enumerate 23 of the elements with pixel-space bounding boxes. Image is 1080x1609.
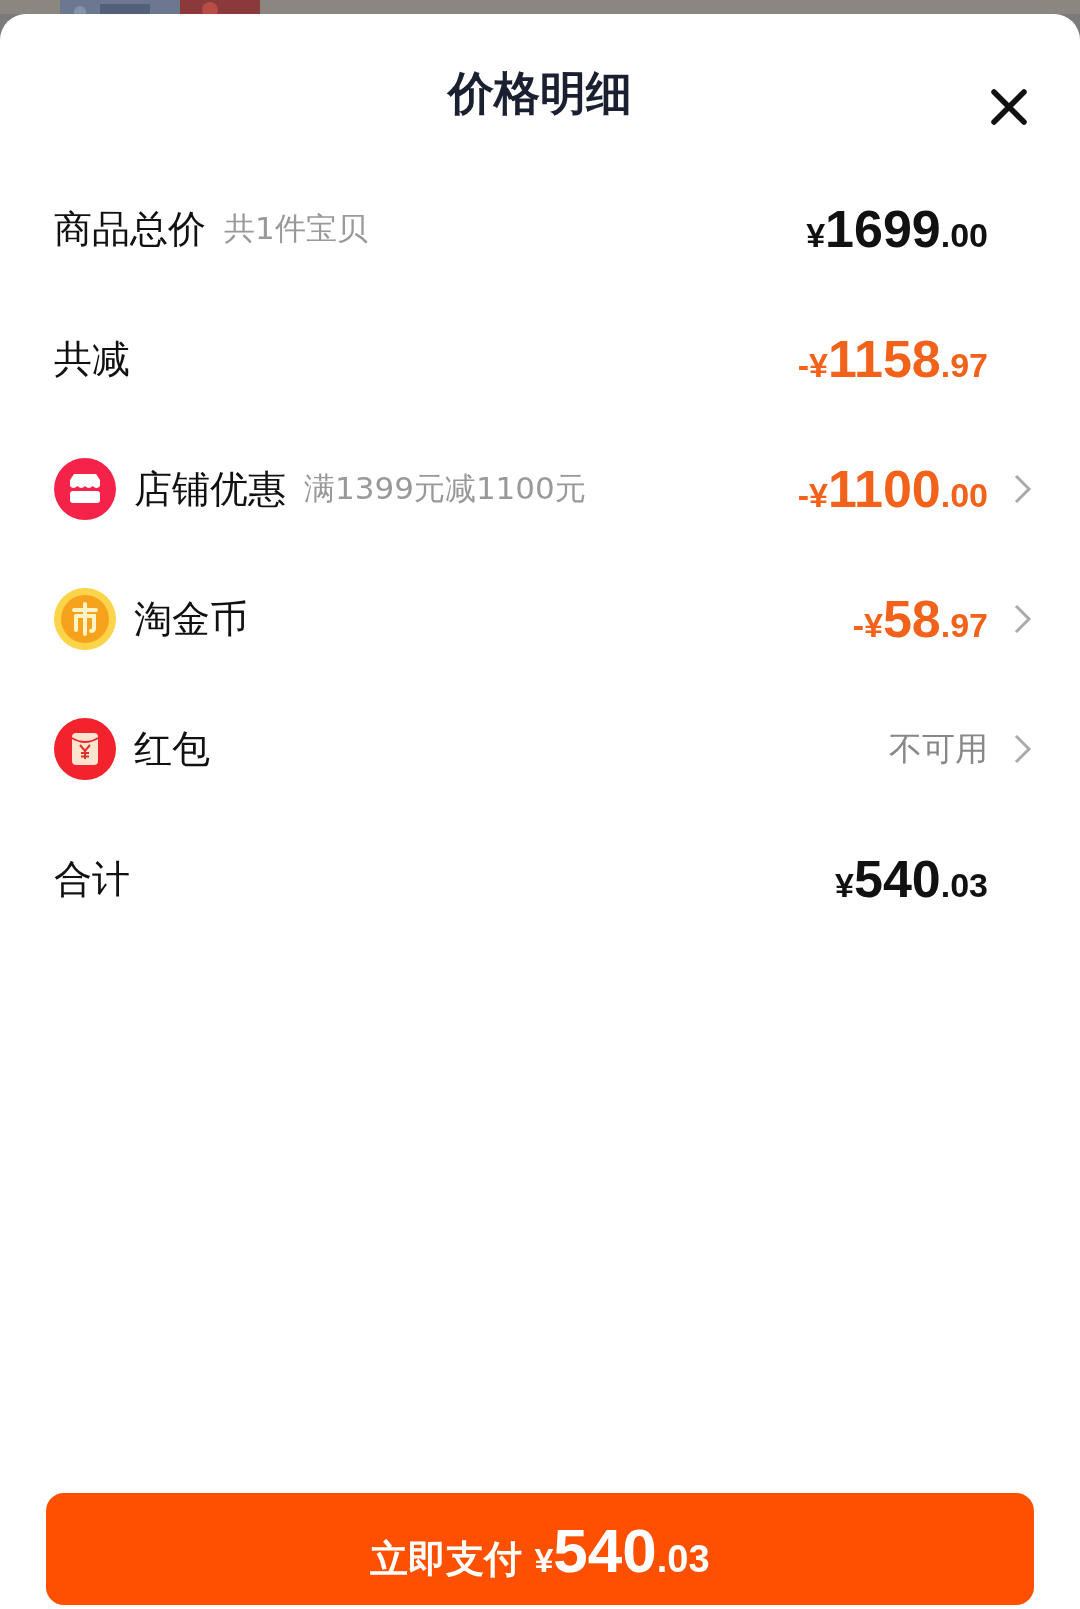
close-icon[interactable] <box>988 86 1030 128</box>
shop-icon <box>54 458 116 520</box>
pay-now-button[interactable]: 立即支付 ¥540.03 <box>46 1493 1034 1605</box>
price-text: ¥540.03 <box>835 849 988 909</box>
price-text: -¥58.97 <box>852 589 988 649</box>
envelope-icon <box>54 718 116 780</box>
row-note: 满1399元减1100元 <box>304 469 586 508</box>
price-text: -¥1158.97 <box>797 329 988 389</box>
chevron-right-icon[interactable] <box>1012 602 1034 636</box>
sheet-title: 价格明细 <box>448 70 632 116</box>
row-note: 共1件宝贝 <box>224 209 368 248</box>
chevron-right-icon[interactable] <box>1012 472 1034 506</box>
row-label: 共减 <box>54 335 130 383</box>
price-text: -¥1100.00 <box>797 459 988 519</box>
coin-icon <box>54 588 116 650</box>
row-label: 红包 <box>134 725 210 773</box>
row-label: 商品总价 <box>54 205 206 253</box>
status-text: 不可用 <box>889 727 988 770</box>
row-label: 店铺优惠 <box>134 465 286 513</box>
row-label: 淘金币 <box>134 595 248 643</box>
row-label: 合计 <box>54 855 130 903</box>
chevron-right-icon[interactable] <box>1012 732 1034 766</box>
price-text: ¥1699.00 <box>806 199 988 259</box>
